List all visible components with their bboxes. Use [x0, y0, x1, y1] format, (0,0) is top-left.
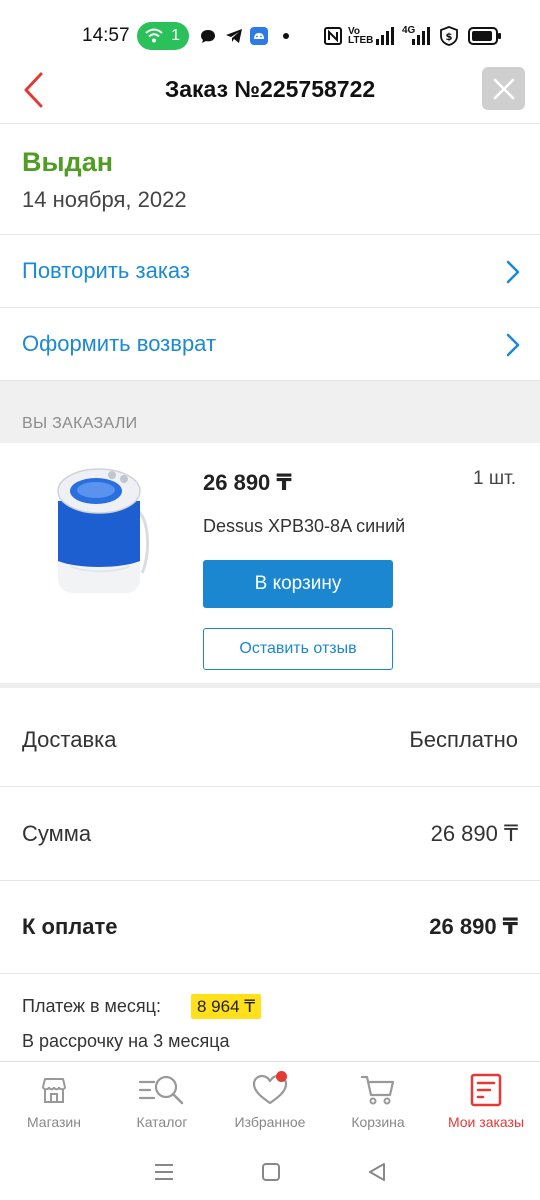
sum-value: 26 890 ₸ [430, 820, 518, 846]
return-order-label: Оформить возврат [22, 331, 217, 356]
nav-cart[interactable]: Корзина [324, 1063, 432, 1143]
page-title: Заказ №225758722 [164, 76, 376, 102]
cart-icon [360, 1075, 395, 1105]
product-quantity: 1 шт. [473, 468, 516, 489]
orders-icon [470, 1073, 502, 1107]
nav-my-orders-label: Мои заказы [447, 1114, 525, 1130]
add-to-cart-button[interactable]: В корзину [203, 560, 393, 608]
nav-catalog[interactable]: Каталог [108, 1063, 216, 1143]
repeat-order-row[interactable]: Повторить заказ [0, 235, 540, 308]
chevron-right-icon [506, 260, 520, 284]
total-label: К оплате [22, 913, 118, 939]
nav-favorites-label: Избранное [234, 1114, 306, 1130]
shop-icon [42, 1078, 66, 1103]
catalog-search-icon [138, 1075, 184, 1105]
close-button[interactable] [482, 67, 525, 110]
sum-row: Сумма 26 890 ₸ [0, 787, 540, 881]
order-status-label: Выдан [22, 147, 114, 177]
repeat-order-label: Повторить заказ [22, 258, 190, 283]
signal-strength-2-icon [412, 26, 432, 46]
chat-bubble-icon [200, 26, 216, 46]
delivery-row: Доставка Бесплатно [0, 693, 540, 787]
delivery-value: Бесплатно [409, 726, 518, 752]
installment-amount-badge: 8 964 ₸ [191, 994, 262, 1019]
installment-block: Платеж в месяц: 8 964 ₸ В рассрочку на 3… [0, 974, 540, 1062]
product-image[interactable] [50, 461, 152, 597]
svg-text:$: $ [446, 32, 453, 43]
nav-shop[interactable]: Магазин [0, 1063, 108, 1143]
ordered-section-title: ВЫ ЗАКАЗАЛИ [22, 415, 138, 432]
nav-catalog-label: Каталог [136, 1114, 188, 1130]
ordered-section-header: ВЫ ЗАКАЗАЛИ [0, 381, 540, 443]
android-app-icon [250, 26, 268, 46]
payment-shield-icon: $ [440, 26, 458, 46]
wifi-icon [145, 28, 163, 43]
product-card: 26 890 ₸ 1 шт. Dessus XPB30-8A синий В к… [0, 443, 540, 688]
app-header: Заказ №225758722 [0, 58, 540, 124]
chevron-right-icon [506, 333, 520, 357]
product-price: 26 890 ₸ [203, 470, 292, 495]
more-notifications-icon [282, 26, 290, 46]
close-icon [493, 78, 514, 99]
hotspot-indicator: 1 [137, 22, 189, 50]
system-navigation-bar [0, 1143, 540, 1200]
total-value: 26 890 ₸ [429, 913, 518, 939]
system-back-icon[interactable] [367, 1162, 387, 1182]
nav-favorites[interactable]: Избранное [216, 1063, 324, 1143]
favorites-notification-dot [276, 1071, 287, 1082]
leave-review-button[interactable]: Оставить отзыв [203, 628, 393, 670]
order-status-block: Выдан 14 ноября, 2022 [0, 125, 540, 235]
order-status-date: 14 ноября, 2022 [22, 187, 187, 212]
installment-subtitle: В рассрочку на 3 месяца [22, 1031, 230, 1051]
telegram-icon [225, 26, 243, 46]
battery-icon [468, 26, 502, 46]
sum-label: Сумма [22, 820, 92, 846]
total-row: К оплате 26 890 ₸ [0, 880, 540, 974]
installment-label: Платеж в месяц: [22, 996, 161, 1016]
return-order-row[interactable]: Оформить возврат [0, 308, 540, 381]
recent-apps-icon[interactable] [153, 1163, 175, 1181]
product-name[interactable]: Dessus XPB30-8A синий [203, 516, 405, 537]
nav-cart-label: Корзина [351, 1114, 405, 1130]
volte-indicator: Vo LTEB [348, 26, 374, 46]
nav-my-orders[interactable]: Мои заказы [432, 1063, 540, 1143]
signal-strength-icon [376, 26, 396, 46]
nav-shop-label: Магазин [26, 1114, 81, 1130]
hotspot-count: 1 [171, 27, 180, 44]
status-time: 14:57 [82, 25, 130, 46]
nfc-icon [324, 26, 342, 46]
bottom-navigation: Магазин Каталог Избранное Корзина Мои за… [0, 1063, 540, 1143]
home-icon[interactable] [261, 1162, 281, 1182]
delivery-label: Доставка [22, 726, 117, 752]
